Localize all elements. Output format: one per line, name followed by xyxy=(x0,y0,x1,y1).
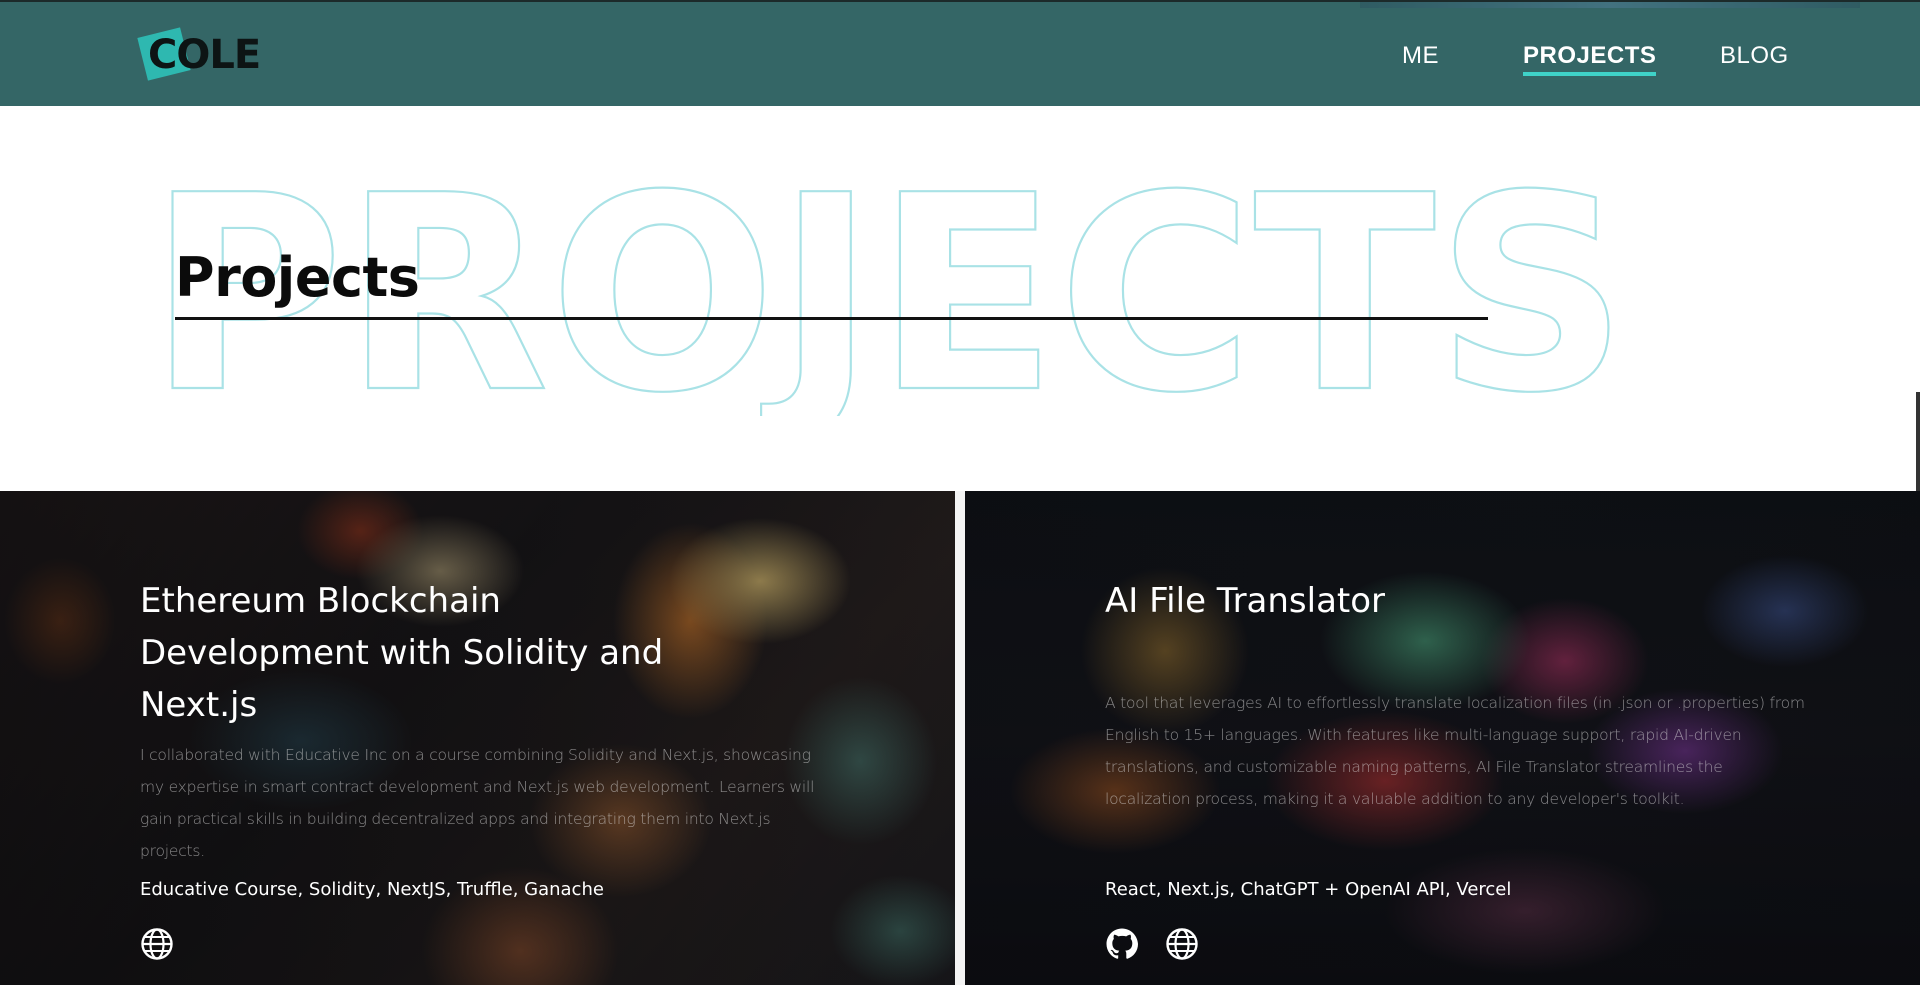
project-title: Ethereum Blockchain Development with Sol… xyxy=(140,581,664,725)
page-title: Projects xyxy=(175,246,420,309)
project-tech-stack: Educative Course, Solidity, NextJS, Truf… xyxy=(140,879,604,900)
nav-item-blog[interactable]: BLOG xyxy=(1720,42,1789,70)
site-header: COLE ME PROJECTS BLOG xyxy=(0,0,1920,106)
header-top-decoration xyxy=(1360,2,1860,8)
project-card[interactable]: Ethereum Blockchain Development with Sol… xyxy=(0,491,955,985)
project-links xyxy=(140,927,174,961)
nav-item-projects-label: PROJECTS xyxy=(1523,42,1657,69)
project-tech-stack: React, Next.js, ChatGPT + OpenAI API, Ve… xyxy=(1105,879,1512,900)
nav-item-me[interactable]: ME xyxy=(1402,42,1439,70)
nav-active-underline xyxy=(1523,72,1657,76)
project-description: I collaborated with Educative Inc on a c… xyxy=(140,746,815,860)
nav-item-projects[interactable]: PROJECTS xyxy=(1523,42,1657,76)
project-title: AI File Translator xyxy=(1105,581,1386,621)
title-divider xyxy=(175,317,1488,320)
card-content: Ethereum Blockchain Development with Sol… xyxy=(140,575,820,900)
github-icon[interactable] xyxy=(1105,927,1139,961)
project-card[interactable]: AI File Translator A tool that leverages… xyxy=(965,491,1920,985)
globe-icon[interactable] xyxy=(140,927,174,961)
globe-icon[interactable] xyxy=(1165,927,1199,961)
card-content: AI File Translator A tool that leverages… xyxy=(1105,575,1805,900)
site-logo[interactable]: COLE xyxy=(137,26,262,86)
project-description: A tool that leverages AI to effortlessly… xyxy=(1105,694,1805,808)
projects-hero: PROJECTS Projects xyxy=(0,106,1920,534)
project-links xyxy=(1105,927,1199,961)
card-divider xyxy=(955,491,965,985)
logo-text: COLE xyxy=(148,32,261,78)
